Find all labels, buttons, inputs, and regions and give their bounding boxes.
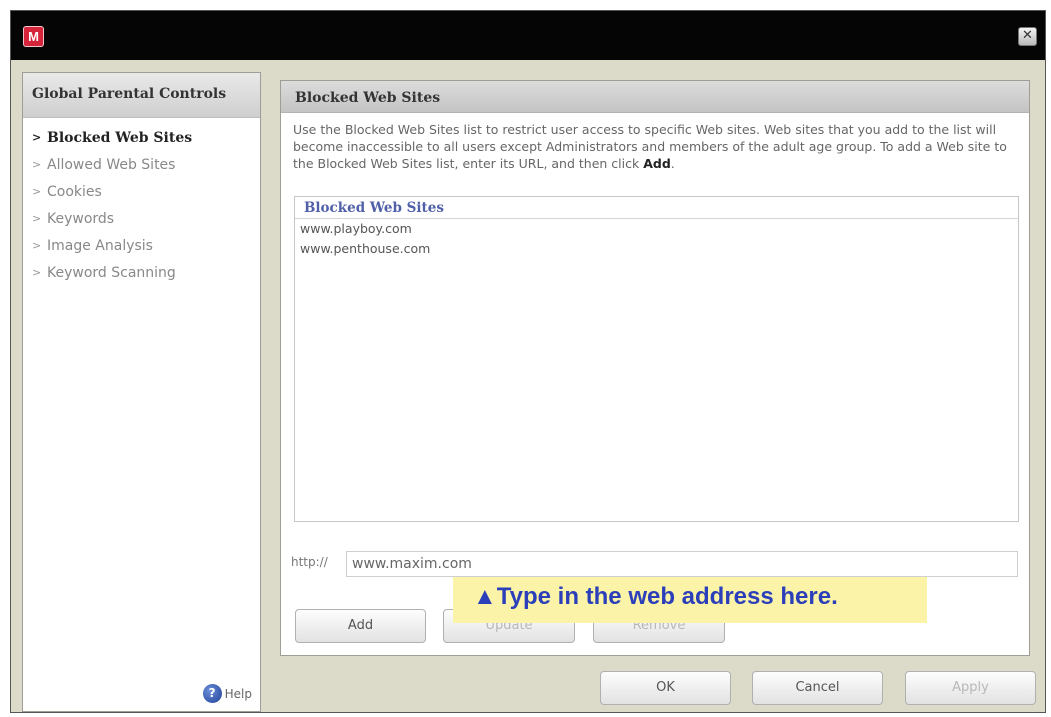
- sidebar-item-label: Keywords: [47, 210, 115, 227]
- panel-title: Blocked Web Sites: [281, 81, 1029, 113]
- sidebar-item-image-analysis[interactable]: > Image Analysis: [23, 232, 260, 259]
- ok-button[interactable]: OK: [600, 671, 731, 705]
- cancel-button[interactable]: Cancel: [752, 671, 883, 705]
- sidebar: Global Parental Controls > Blocked Web S…: [22, 72, 261, 712]
- close-button[interactable]: ✕: [1018, 27, 1037, 46]
- panel-description: Use the Blocked Web Sites list to restri…: [293, 121, 1021, 172]
- sidebar-item-label: Blocked Web Sites: [47, 129, 193, 146]
- mcafee-logo-icon: M: [23, 26, 44, 47]
- help-icon: ?: [202, 684, 222, 703]
- description-action: Add: [643, 156, 671, 171]
- chevron-right-icon: >: [32, 212, 42, 225]
- list-item[interactable]: www.playboy.com: [295, 219, 1018, 239]
- sidebar-item-label: Keyword Scanning: [47, 264, 176, 281]
- apply-button[interactable]: Apply: [905, 671, 1036, 705]
- chevron-right-icon: >: [32, 158, 42, 171]
- sidebar-item-allowed-web-sites[interactable]: > Allowed Web Sites: [23, 151, 260, 178]
- description-suffix: .: [670, 156, 675, 171]
- url-input[interactable]: [346, 551, 1018, 577]
- sidebar-item-label: Image Analysis: [47, 237, 153, 254]
- help-label: Help: [224, 686, 252, 701]
- sidebar-item-keyword-scanning[interactable]: > Keyword Scanning: [23, 259, 260, 286]
- help-link[interactable]: ? Help: [202, 684, 252, 703]
- parental-controls-window: M ✕ Global Parental Controls > Blocked W…: [10, 10, 1046, 713]
- list-column-header[interactable]: Blocked Web Sites: [295, 197, 1018, 219]
- sidebar-item-label: Cookies: [47, 183, 102, 200]
- sidebar-title: Global Parental Controls: [23, 73, 260, 118]
- sidebar-item-keywords[interactable]: > Keywords: [23, 205, 260, 232]
- add-button[interactable]: Add: [295, 609, 426, 643]
- list-item[interactable]: www.penthouse.com: [295, 239, 1018, 259]
- sidebar-nav: > Blocked Web Sites > Allowed Web Sites …: [23, 118, 260, 286]
- sidebar-item-blocked-web-sites[interactable]: > Blocked Web Sites: [23, 124, 260, 151]
- chevron-right-icon: >: [32, 266, 42, 279]
- chevron-right-icon: >: [32, 131, 42, 144]
- url-prefix-label: http://: [291, 555, 328, 569]
- sidebar-item-cookies[interactable]: > Cookies: [23, 178, 260, 205]
- instruction-callout: ▲Type in the web address here.: [453, 577, 927, 623]
- chevron-right-icon: >: [32, 185, 42, 198]
- title-bar: M ✕: [11, 11, 1045, 60]
- blocked-sites-list[interactable]: Blocked Web Sites www.playboy.com www.pe…: [294, 196, 1019, 522]
- blocked-sites-panel: Blocked Web Sites Use the Blocked Web Si…: [280, 80, 1030, 656]
- chevron-right-icon: >: [32, 239, 42, 252]
- sidebar-item-label: Allowed Web Sites: [47, 156, 176, 173]
